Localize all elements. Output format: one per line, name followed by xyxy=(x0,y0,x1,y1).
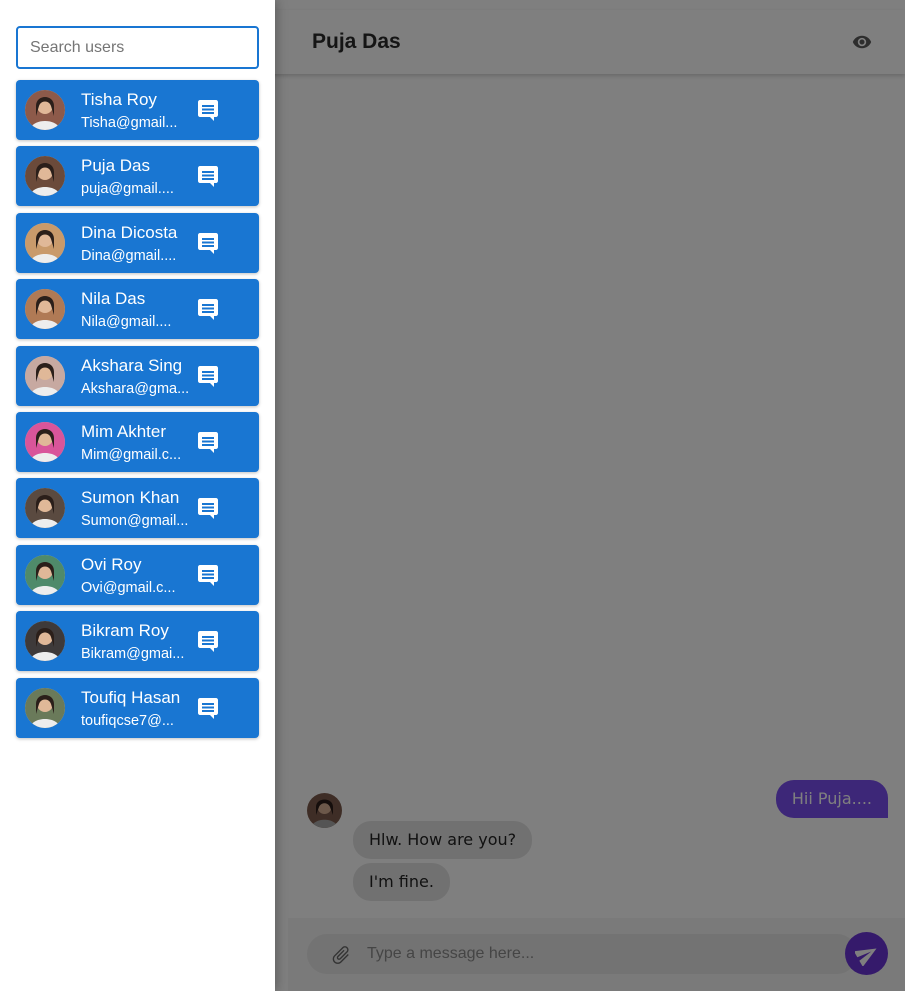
user-avatar xyxy=(25,90,65,130)
user-email: puja@gmail.... xyxy=(81,181,174,198)
chat-icon[interactable] xyxy=(196,297,220,321)
user-email: Sumon@gmail... xyxy=(81,513,189,530)
user-avatar xyxy=(25,421,65,462)
user-card[interactable]: Nila Das Nila@gmail.... xyxy=(16,279,259,340)
user-avatar xyxy=(25,621,65,662)
user-email: Ovi@gmail.c... xyxy=(81,579,176,596)
user-avatar xyxy=(25,355,65,396)
user-name: Sumon Khan xyxy=(81,488,180,508)
user-card[interactable]: Toufiq Hasan toufiqcse7@... xyxy=(16,677,259,738)
chat-icon[interactable] xyxy=(196,563,220,587)
user-avatar xyxy=(25,687,65,728)
user-card[interactable]: Ovi Roy Ovi@gmail.c... xyxy=(16,544,259,605)
user-name: Puja Das xyxy=(81,156,150,176)
user-card[interactable]: Mim Akhter Mim@gmail.c... xyxy=(16,411,259,472)
user-email: Nila@gmail.... xyxy=(81,314,172,331)
user-email: toufiqcse7@... xyxy=(81,712,174,729)
chat-icon[interactable] xyxy=(196,496,220,520)
user-name: Akshara Sing xyxy=(81,355,183,375)
user-name: Nila Das xyxy=(81,289,146,309)
user-avatar xyxy=(25,289,65,330)
user-email: Akshara@gma... xyxy=(81,380,190,397)
user-card[interactable]: Tisha Roy Tisha@gmail... xyxy=(16,80,259,140)
search-drawer: Tisha Roy Tisha@gmail... Puja Das puja@gmai… xyxy=(0,0,275,991)
user-name: Tisha Roy xyxy=(81,90,157,109)
user-email: Dina@gmail.... xyxy=(81,247,177,264)
user-name: Dina Dicosta xyxy=(81,222,178,242)
chat-icon[interactable] xyxy=(196,629,220,653)
user-avatar xyxy=(25,488,65,529)
chat-icon[interactable] xyxy=(196,98,220,122)
chat-icon[interactable] xyxy=(196,430,220,454)
chat-icon[interactable] xyxy=(196,164,220,188)
user-avatar xyxy=(25,554,65,595)
user-card[interactable]: Dina Dicosta Dina@gmail.... xyxy=(16,212,259,273)
user-card[interactable]: Bikram Roy Bikram@gmai... xyxy=(16,611,259,672)
user-name: Toufiq Hasan xyxy=(81,687,181,707)
user-name: Bikram Roy xyxy=(81,621,169,641)
chat-icon[interactable] xyxy=(196,696,220,720)
user-name: Ovi Roy xyxy=(81,554,142,574)
user-avatar xyxy=(25,156,65,197)
user-email: Bikram@gmai... xyxy=(81,646,185,663)
user-avatar xyxy=(25,222,65,263)
chat-icon[interactable] xyxy=(196,364,220,388)
search-input[interactable] xyxy=(16,26,259,69)
user-card[interactable]: Akshara Sing Akshara@gma... xyxy=(16,345,259,406)
user-list: Tisha Roy Tisha@gmail... Puja Das puja@gmai… xyxy=(16,80,259,744)
user-card[interactable]: Puja Das puja@gmail.... xyxy=(16,146,259,207)
user-email: Tisha@gmail... xyxy=(81,115,178,131)
user-email: Mim@gmail.c... xyxy=(81,446,182,463)
user-name: Mim Akhter xyxy=(81,421,167,441)
chat-icon[interactable] xyxy=(196,231,220,255)
user-card[interactable]: Sumon Khan Sumon@gmail... xyxy=(16,478,259,539)
